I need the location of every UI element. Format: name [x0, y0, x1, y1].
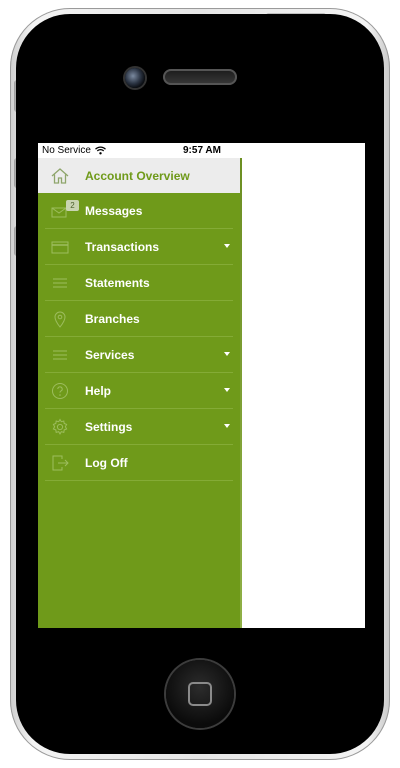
menu-item-help[interactable]: Help: [38, 373, 240, 408]
status-left: No Service: [42, 145, 106, 156]
location-pin-icon: [54, 311, 66, 328]
front-camera: [125, 68, 145, 88]
navigation-drawer: Account Overview 2 Messages Transactions: [38, 158, 240, 628]
logout-icon: [52, 455, 69, 471]
chevron-down-icon: [224, 388, 230, 392]
menu-item-label: Transactions: [85, 240, 160, 254]
menu-item-label: Settings: [85, 420, 133, 434]
drawer-edge-shadow: [240, 158, 242, 628]
menu-divider: [45, 480, 233, 481]
chevron-down-icon: [224, 244, 230, 248]
help-icon: [52, 383, 68, 399]
menu-item-account-overview[interactable]: Account Overview: [38, 158, 240, 193]
phone-screen: No Service 9:57 AM Account Overview 2 Me…: [38, 143, 365, 628]
menu-item-log-off[interactable]: Log Off: [38, 445, 240, 480]
menu-item-label: Help: [85, 384, 112, 398]
menu-item-label: Log Off: [85, 456, 128, 470]
list-icon: [53, 278, 67, 288]
home-icon: [51, 168, 69, 184]
menu-item-services[interactable]: Services: [38, 337, 240, 372]
menu-item-settings[interactable]: Settings: [38, 409, 240, 444]
gear-icon: [52, 418, 68, 435]
messages-count-badge: 2: [66, 200, 79, 211]
list-icon: [53, 350, 67, 360]
chevron-down-icon: [224, 352, 230, 356]
earpiece-speaker: [163, 69, 237, 85]
menu-item-label: Branches: [85, 312, 140, 326]
home-button[interactable]: [166, 660, 234, 728]
carrier-label: No Service: [42, 145, 91, 156]
menu-item-statements[interactable]: Statements: [38, 265, 240, 300]
menu-item-messages[interactable]: 2 Messages: [38, 193, 240, 228]
menu-item-transactions[interactable]: Transactions: [38, 229, 240, 264]
card-icon: [51, 241, 69, 254]
wifi-icon: [94, 146, 106, 155]
status-bar: No Service 9:57 AM: [38, 143, 365, 158]
menu-item-label: Messages: [85, 204, 143, 218]
menu-item-label: Account Overview: [85, 169, 190, 183]
chevron-down-icon: [224, 424, 230, 428]
home-button-square-icon: [188, 682, 212, 706]
menu-item-branches[interactable]: Branches: [38, 301, 240, 336]
status-time: 9:57 AM: [183, 145, 221, 156]
menu-item-label: Services: [85, 348, 135, 362]
menu-item-label: Statements: [85, 276, 150, 290]
